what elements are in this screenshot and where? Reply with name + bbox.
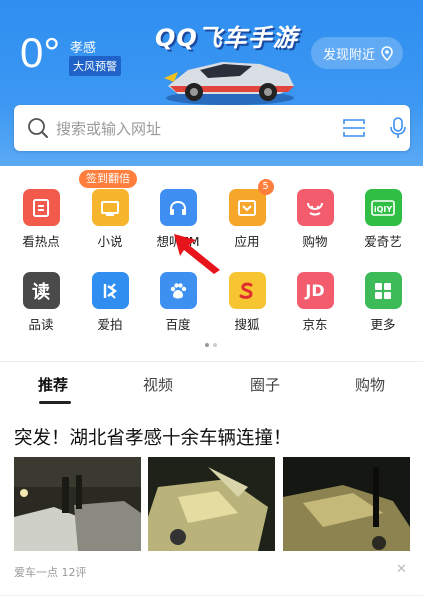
news-comment-count[interactable]: 12评 [62,566,87,579]
news-thumbnail[interactable] [283,457,410,551]
baidu-paw-icon [159,272,197,309]
tab-recommend[interactable]: 推荐 [38,374,68,395]
app-tile-baidu[interactable]: 百度 [148,272,208,333]
app-tile-sohu[interactable]: 搜狐 [217,272,277,333]
city-label: 孝感 [70,41,97,56]
news-source[interactable]: 爱车一点 [14,566,58,579]
temperature: 0° [20,29,61,76]
reading-icon: 读 [22,272,60,309]
discover-nearby-label: 发现附近 [323,47,376,63]
app-label: 百度 [165,317,191,332]
search-placeholder[interactable]: 搜索或输入网址 [56,118,161,139]
app-label: 爱拍 [97,317,123,332]
news-meta: 爱车一点 12评 [14,564,87,580]
app-label: 品读 [28,317,54,332]
red-arrow-annotation [174,234,220,274]
tab-shopping[interactable]: 购物 [355,374,385,395]
app-tile-novel[interactable]: 小说 [80,189,140,250]
app-label: 小说 [97,234,123,249]
reading-glyph: 读 [32,281,50,303]
notification-badge: 5 [257,179,274,195]
app-label: 更多 [370,317,396,332]
shopping-icon [296,189,334,226]
page-indicator [205,343,217,347]
app-store-icon: 5 [228,179,274,226]
app-label: 看热点 [22,234,60,249]
app-label: 应用 [234,234,260,249]
weather-alert-badge[interactable]: 大风预警 [69,56,121,76]
divider [0,595,423,596]
sohu-icon [228,272,266,309]
jd-glyph: JD [305,281,325,300]
header-banner: 0° 孝感 大风预警 QQ飞车手游 发现附近 搜索或输入网址 [0,0,423,166]
active-tab-indicator [39,401,71,404]
tab-video[interactable]: 视频 [143,374,173,395]
race-car-illustration[interactable] [160,48,300,106]
news-thumbnail[interactable] [14,457,141,551]
app-label: 京东 [302,317,328,332]
search-icon [28,118,48,138]
app-tile-aipai[interactable]: 爱拍 [80,272,140,333]
novel-icon [91,189,129,226]
discover-nearby-button[interactable]: 发现附近 [311,37,404,69]
feed-tabs: 推荐 视频 圈子 购物 [0,362,423,406]
headphone-icon [159,189,197,226]
hot-news-icon [22,189,60,226]
page-dot-active [205,343,209,347]
checkin-double-promo-badge[interactable]: 签到翻倍 [79,170,137,188]
app-label: 爱奇艺 [364,234,402,249]
page-dot [213,343,217,347]
more-grid-icon [364,272,402,309]
app-tile-jd[interactable]: JD 京东 [285,272,345,333]
aipai-icon [91,272,129,309]
app-tile-hot-news[interactable]: 看热点 [11,189,71,250]
app-tile-more[interactable]: 更多 [353,272,413,333]
app-label: 搜狐 [234,317,260,332]
app-label: 购物 [302,234,328,249]
dismiss-news-icon[interactable]: ✕ [396,562,407,577]
app-tile-reading[interactable]: 读 品读 [11,272,71,333]
iqiyi-icon: iQIY [364,189,402,226]
app-tile-iqiyi[interactable]: iQIY 爱奇艺 [353,189,413,250]
svg-text:iQIY: iQIY [374,205,393,214]
tab-circle[interactable]: 圈子 [250,374,280,395]
news-thumbnail[interactable] [148,457,275,551]
jd-icon: JD [296,272,334,309]
news-title[interactable]: 突发！湖北省孝感十余车辆连撞！ [14,424,292,450]
app-tile-shopping[interactable]: 购物 [285,189,345,250]
microphone-icon[interactable] [390,117,406,139]
location-pin-icon [381,45,393,61]
scan-icon[interactable] [343,118,365,138]
search-bar[interactable]: 搜索或输入网址 [14,105,410,151]
app-tile-app-store[interactable]: 5 应用 [217,179,277,250]
